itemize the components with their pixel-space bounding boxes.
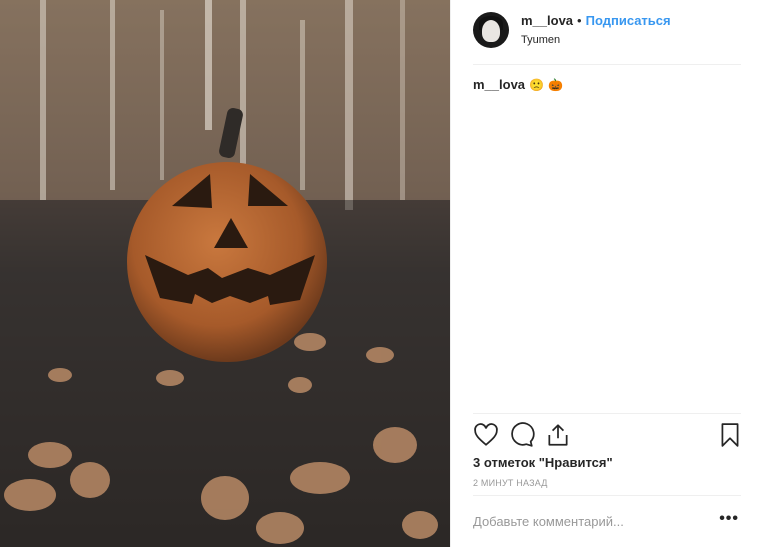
post-header: m__lova • Подписаться Tyumen (473, 10, 741, 65)
action-bar (473, 413, 741, 453)
caption: m__lova 🙁 🎃 (473, 77, 563, 92)
bookmark-icon[interactable] (717, 422, 743, 448)
comment-icon[interactable] (509, 422, 535, 448)
post-photo[interactable] (0, 0, 450, 547)
post-side-panel: m__lova • Подписаться Tyumen m__lova 🙁 🎃… (450, 0, 760, 547)
share-icon[interactable] (545, 422, 571, 448)
caption-emoji-pumpkin: 🎃 (548, 77, 563, 92)
location-link[interactable]: Tyumen (521, 34, 671, 46)
heart-icon[interactable] (473, 422, 499, 448)
follow-button[interactable]: Подписаться (586, 13, 671, 28)
comment-bar: Добавьте комментарий... ••• (473, 495, 741, 547)
caption-emoji-sad: 🙁 (529, 77, 544, 92)
likes-count[interactable]: 3 отметок "Нравится" (473, 455, 613, 470)
avatar[interactable] (473, 12, 509, 48)
pumpkin-photo-image (0, 0, 450, 547)
separator-dot: • (577, 13, 582, 28)
post-timestamp: 2 МИНУТ НАЗАД (473, 478, 548, 488)
caption-username[interactable]: m__lova (473, 77, 525, 92)
username-link[interactable]: m__lova (521, 13, 573, 28)
more-options-icon[interactable]: ••• (719, 510, 739, 528)
comment-input[interactable]: Добавьте комментарий... (473, 514, 624, 529)
